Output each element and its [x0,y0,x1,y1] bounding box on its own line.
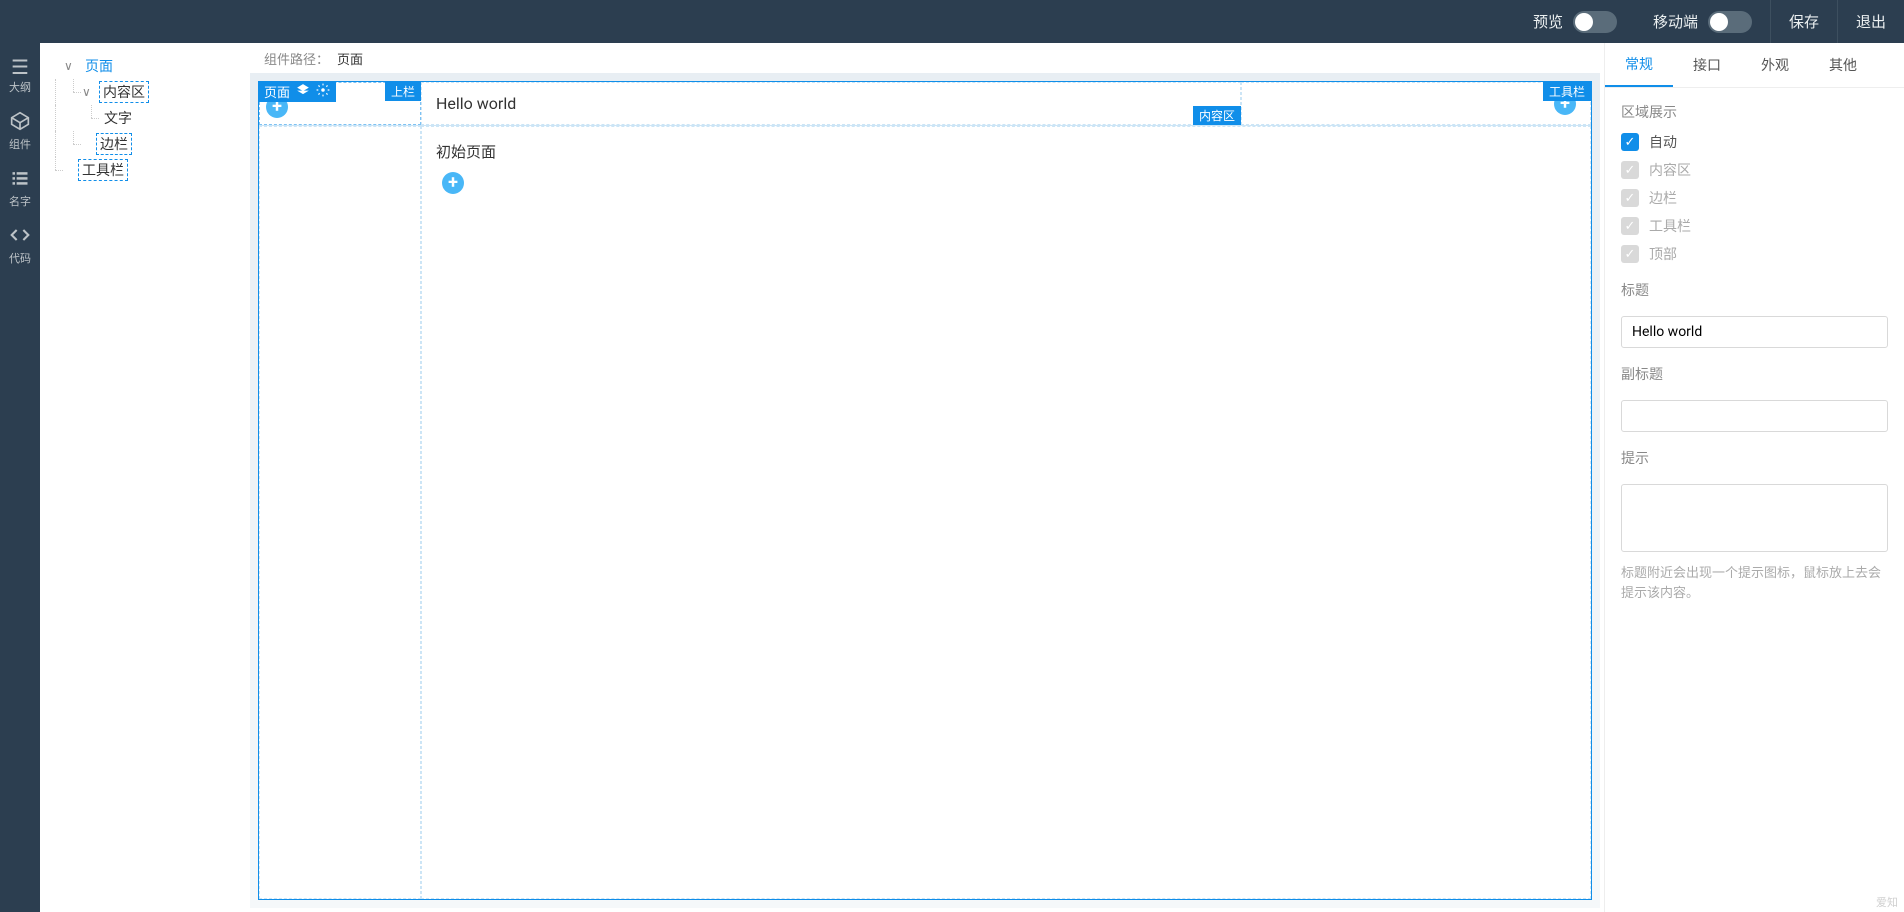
code-icon [0,225,40,248]
layers-icon[interactable] [296,83,310,101]
page-container[interactable]: 页面 上栏 + Hello world 内容 [258,81,1592,900]
add-button[interactable]: + [442,172,464,194]
region-display-title: 区域展示 [1621,102,1888,122]
checkbox-icon: ✓ [1621,189,1639,207]
list-icon [0,168,40,191]
checkbox-sidebar[interactable]: ✓ 边栏 [1621,188,1888,208]
left-sidebar: ☰ 大纲 组件 名字 代码 [0,43,40,912]
gear-icon[interactable] [316,83,330,101]
body-content-region[interactable]: 初始页面 + [421,126,1591,899]
tab-appearance[interactable]: 外观 [1741,43,1809,87]
header-toolbar-region[interactable]: 工具栏 + [1241,82,1591,125]
hint-help-text: 标题附近会出现一个提示图标，鼠标放上去会提示该内容。 [1621,564,1888,603]
tree-node-page[interactable]: ∨ 页面 [46,53,244,79]
hint-textarea[interactable] [1621,484,1888,552]
save-button[interactable]: 保存 [1770,0,1837,43]
hint-field-label: 提示 [1621,448,1888,468]
canvas[interactable]: 页面 上栏 + Hello world 内容 [250,73,1600,908]
tree-node-toolbar[interactable]: 工具栏 [46,157,244,183]
exit-button[interactable]: 退出 [1837,0,1904,43]
checkbox-icon: ✓ [1621,217,1639,235]
title-input[interactable] [1621,316,1888,348]
tab-interface[interactable]: 接口 [1673,43,1741,87]
checkbox-content-area[interactable]: ✓ 内容区 [1621,160,1888,180]
outline-icon: ☰ [0,57,40,77]
mobile-label: 移动端 [1653,11,1698,32]
preview-label: 预览 [1533,11,1563,32]
canvas-wrapper: 组件路径： 页面 页面 上栏 + [250,43,1604,912]
initial-page-text[interactable]: 初始页面 [436,141,1576,162]
mobile-toggle[interactable]: 移动端 [1635,0,1770,43]
breadcrumb: 组件路径： 页面 [250,43,1604,73]
outline-nav[interactable]: ☰ 大纲 [0,51,40,101]
topbar: 预览 移动端 保存 退出 [0,0,1904,43]
chevron-down-icon[interactable]: ∨ [82,85,96,99]
properties-panel: 常规 接口 外观 其他 区域展示 ✓ 自动 ✓ 内容区 ✓ 边栏 ✓ 工具栏 [1604,43,1904,912]
toolbar-region-tag: 工具栏 [1543,82,1591,101]
cube-icon [0,111,40,134]
preview-switch[interactable] [1573,11,1617,33]
page-selection-tag[interactable]: 页面 [258,81,336,102]
checkbox-auto[interactable]: ✓ 自动 [1621,132,1888,152]
chevron-down-icon[interactable]: ∨ [64,59,78,73]
content-region-tag: 内容区 [1193,106,1241,125]
names-nav[interactable]: 名字 [0,162,40,215]
title-field-label: 标题 [1621,280,1888,300]
components-nav[interactable]: 组件 [0,105,40,158]
tab-other[interactable]: 其他 [1809,43,1877,87]
body-sidebar-region[interactable] [259,126,421,899]
code-nav[interactable]: 代码 [0,219,40,272]
preview-toggle[interactable]: 预览 [1515,0,1635,43]
checkbox-icon: ✓ [1621,133,1639,151]
subtitle-field-label: 副标题 [1621,364,1888,384]
tree-node-content-area[interactable]: ∨ 内容区 [46,79,244,105]
watermark: 爱知 [1876,894,1898,910]
mobile-switch[interactable] [1708,11,1752,33]
checkbox-icon: ✓ [1621,161,1639,179]
tab-general[interactable]: 常规 [1605,43,1673,87]
breadcrumb-label: 组件路径： [264,49,329,68]
subtitle-input[interactable] [1621,400,1888,432]
outline-panel: ∨ 页面 ∨ 内容区 文字 边栏 工具栏 [40,43,250,912]
breadcrumb-path[interactable]: 页面 [337,49,363,68]
header-title-region[interactable]: Hello world 内容区 [421,82,1241,125]
checkbox-top[interactable]: ✓ 顶部 [1621,244,1888,264]
sidebar-region-tag: 上栏 [385,82,421,101]
tree-node-text[interactable]: 文字 [46,105,244,131]
checkbox-icon: ✓ [1621,245,1639,263]
tree-node-sidebar[interactable]: 边栏 [46,131,244,157]
checkbox-toolbar[interactable]: ✓ 工具栏 [1621,216,1888,236]
props-tabs: 常规 接口 外观 其他 [1605,43,1904,88]
page-title: Hello world [436,94,516,113]
